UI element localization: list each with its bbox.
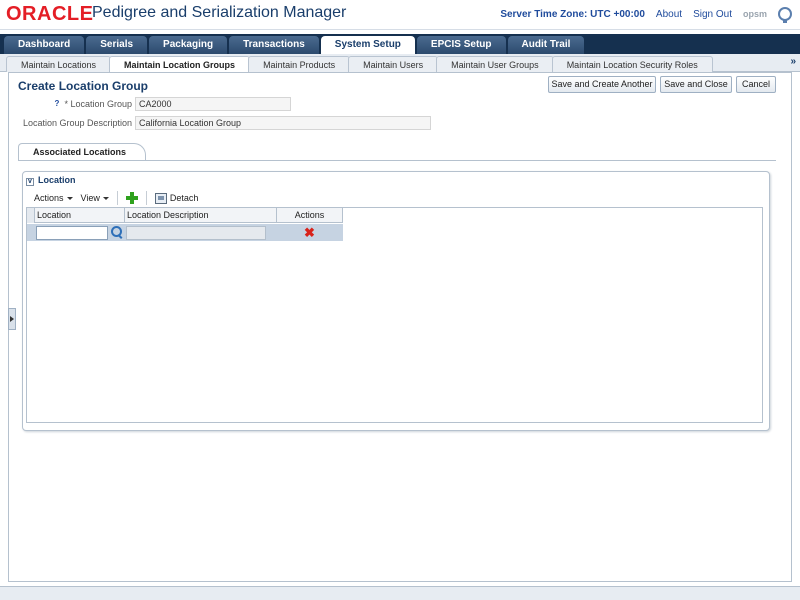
detach-button[interactable]: Detach [154,192,199,204]
toolbar-divider [145,191,147,205]
sub-tab-bar: Maintain Locations Maintain Location Grou… [0,54,800,72]
server-time-zone: Server Time Zone: UTC +00:00 [500,8,645,20]
sub-tabs-strip: Maintain Locations Maintain Location Grou… [6,56,713,72]
location-group-label: * Location Group [64,99,132,109]
location-panel-header[interactable]: v Location [26,175,76,186]
main-tabs-strip: Dashboard Serials Packaging Transactions Sys… [4,36,586,54]
save-and-create-another-button[interactable]: Save and Create Another [548,76,656,93]
location-group-description-label: Location Group Description [22,118,132,128]
column-header-location[interactable]: Location [35,208,125,223]
cancel-button[interactable]: Cancel [736,76,776,93]
add-row-icon[interactable] [125,192,138,204]
sign-out-link[interactable]: Sign Out [693,9,732,20]
chevron-down-icon [66,196,73,200]
subtab-maintain-products[interactable]: Maintain Products [248,56,351,72]
column-header-actions: Actions [277,208,343,223]
tab-underline [18,160,776,161]
actions-menu-label: Actions [34,193,64,203]
table-toolbar: Actions View Detach [34,191,198,205]
status-bar [0,586,800,600]
more-tabs-icon[interactable]: » [790,56,796,67]
tab-serials[interactable]: Serials [86,36,148,54]
about-link[interactable]: About [656,9,682,20]
tab-associated-locations[interactable]: Associated Locations [18,143,146,161]
column-header-location-description[interactable]: Location Description [125,208,277,223]
locations-table: Location Location Description Actions ✖ [26,207,763,423]
view-menu-label: View [80,193,100,203]
chevron-down-icon [102,196,109,200]
header-links: Server Time Zone: UTC +00:00 About Sign … [500,7,792,23]
location-input[interactable] [36,226,108,240]
subtab-maintain-location-groups[interactable]: Maintain Location Groups [109,56,251,72]
main-tab-bar: Dashboard Serials Packaging Transactions Sys… [0,34,800,54]
tab-epcis-setup[interactable]: EPCIS Setup [416,36,506,54]
tab-transactions[interactable]: Transactions [229,36,319,54]
page-title: Create Location Group [18,79,149,93]
location-panel-title: Location [38,175,76,185]
save-and-close-button[interactable]: Save and Close [660,76,732,93]
subtab-maintain-users[interactable]: Maintain Users [348,56,439,72]
detach-label: Detach [169,193,199,203]
app-header: ORACLE Pedigree and Serialization Manage… [0,0,800,30]
tab-packaging[interactable]: Packaging [149,36,228,54]
detach-icon [154,192,167,204]
row-selector-header [27,208,35,223]
actions-menu[interactable]: Actions [34,193,73,203]
tab-dashboard[interactable]: Dashboard [4,36,85,54]
collapse-chevron-icon[interactable]: v [26,178,34,186]
side-panel-toggle-icon[interactable] [8,308,16,330]
oracle-logo: ORACLE [6,3,94,25]
location-group-description-field[interactable]: California Location Group [135,116,431,130]
table-header: Location Location Description Actions [27,208,343,223]
subtab-maintain-location-security-roles[interactable]: Maintain Location Security Roles [551,56,713,72]
location-description-cell [126,226,266,240]
table-row[interactable]: ✖ [27,224,343,241]
location-group-field[interactable]: CA2000 [135,97,291,111]
opsm-brand: opsm [742,9,767,19]
tab-audit-trail[interactable]: Audit Trail [507,36,585,54]
help-icon[interactable] [778,7,792,23]
view-menu[interactable]: View [81,193,109,203]
delete-icon[interactable]: ✖ [304,226,315,239]
app-title: Pedigree and Serialization Manager [92,4,347,21]
search-icon[interactable] [111,226,123,238]
subtab-maintain-user-groups[interactable]: Maintain User Groups [436,56,554,72]
subtab-maintain-locations[interactable]: Maintain Locations [6,56,112,72]
toolbar-divider [116,191,118,205]
tab-system-setup[interactable]: System Setup [320,36,415,54]
